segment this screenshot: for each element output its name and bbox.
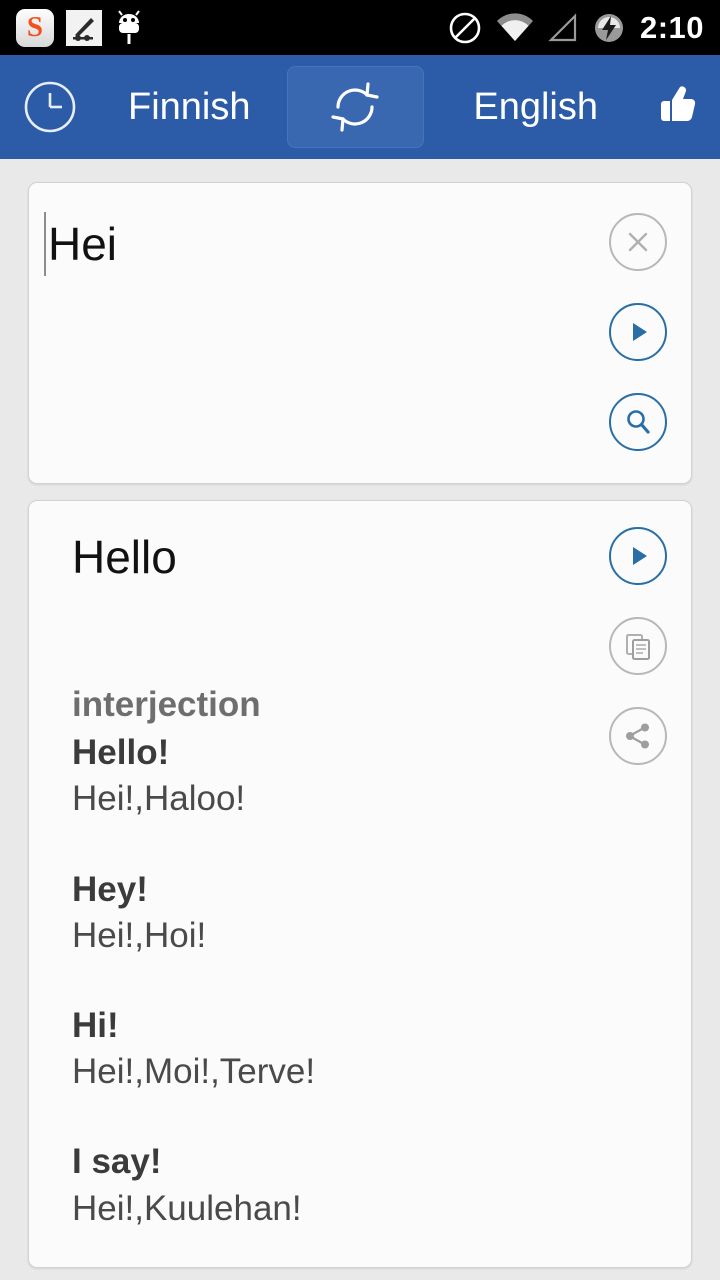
source-text-card[interactable] bbox=[28, 182, 692, 484]
dictionary-definitions: interjection Hello! Hei!,Haloo! Hey! Hei… bbox=[72, 682, 610, 1232]
play-icon bbox=[633, 547, 647, 565]
cellular-signal-icon bbox=[548, 12, 578, 43]
entry-translations: Hei!,Haloo! bbox=[72, 779, 246, 819]
app-header: Finnish English bbox=[0, 55, 720, 159]
entry-term: Hello! bbox=[72, 733, 170, 773]
entry-translations: Hei!,Kuulehan! bbox=[72, 1188, 302, 1228]
thumbs-up-icon[interactable] bbox=[650, 79, 698, 135]
battery-charging-icon bbox=[592, 11, 626, 45]
clock-icon[interactable] bbox=[22, 79, 78, 135]
search-button[interactable] bbox=[609, 393, 667, 451]
copy-icon bbox=[626, 634, 650, 660]
status-bar-left-icons: S bbox=[16, 8, 144, 47]
play-icon bbox=[633, 323, 647, 341]
source-text-value: Hei bbox=[48, 218, 118, 270]
status-bar: S 2:10 bbox=[0, 0, 720, 55]
source-text-input[interactable]: Hei bbox=[44, 212, 117, 276]
part-of-speech-label: interjection bbox=[72, 685, 261, 724]
search-icon bbox=[627, 410, 650, 434]
dictionary-entry: Hey! Hei!,Hoi! bbox=[72, 867, 610, 959]
notification-icon bbox=[66, 9, 102, 46]
clear-text-button[interactable] bbox=[609, 213, 667, 271]
dictionary-entry: Hi! Hei!,Moi!,Terve! bbox=[72, 1003, 610, 1095]
entry-translations: Hei!,Moi!,Terve! bbox=[72, 1052, 316, 1092]
android-robot-icon bbox=[114, 9, 144, 46]
wifi-icon bbox=[496, 12, 534, 43]
do-not-disturb-icon bbox=[448, 11, 482, 45]
dictionary-entry: I say! Hei!,Kuulehan! bbox=[72, 1139, 610, 1231]
text-cursor bbox=[44, 212, 46, 276]
share-icon bbox=[626, 723, 649, 749]
speak-source-button[interactable] bbox=[609, 303, 667, 361]
source-language-label[interactable]: Finnish bbox=[128, 86, 251, 129]
status-bar-clock: 2:10 bbox=[639, 9, 704, 45]
status-bar-right-icons: 2:10 bbox=[448, 10, 704, 46]
dictionary-entry: Hello! Hei!,Haloo! bbox=[72, 730, 610, 822]
sogou-app-icon: S bbox=[16, 8, 54, 47]
share-translation-button[interactable] bbox=[609, 707, 667, 765]
translation-text: Hello bbox=[72, 531, 177, 583]
close-icon bbox=[628, 232, 648, 252]
entry-term: Hey! bbox=[72, 869, 148, 909]
copy-translation-button[interactable] bbox=[609, 617, 667, 675]
target-language-label[interactable]: English bbox=[473, 86, 598, 129]
result-action-icons bbox=[609, 517, 667, 765]
entry-translations: Hei!,Hoi! bbox=[72, 915, 207, 955]
app-screen: S 2:10 Finnish English Hei Hello interje… bbox=[0, 0, 720, 1280]
entry-term: Hi! bbox=[72, 1005, 119, 1045]
input-action-icons bbox=[609, 193, 667, 451]
entry-term: I say! bbox=[72, 1142, 162, 1182]
swap-languages-icon bbox=[331, 82, 379, 132]
swap-languages-button[interactable] bbox=[286, 66, 424, 148]
speak-translation-button[interactable] bbox=[609, 527, 667, 585]
